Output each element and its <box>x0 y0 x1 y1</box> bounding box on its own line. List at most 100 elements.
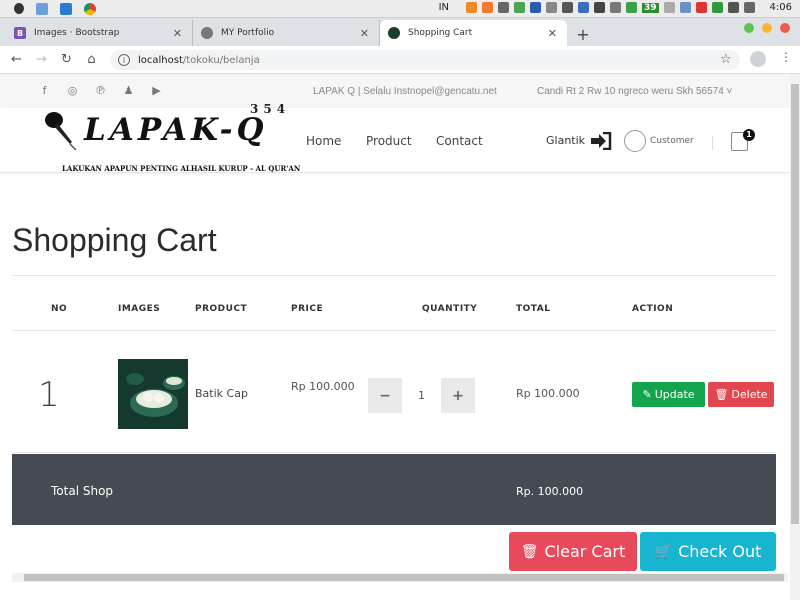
app-icon[interactable] <box>530 2 541 13</box>
site-logo[interactable]: LAPAK-Q 354 LAKUKAN APAPUN PENTING ALHAS… <box>38 102 300 180</box>
address-dropdown[interactable]: Candi Rt 2 Rw 10 ngreco weru Skh 56574 ˅ <box>537 86 732 97</box>
antivirus-icon[interactable] <box>626 2 637 13</box>
monitor-icon[interactable] <box>578 2 589 13</box>
browser-tabstrip: B Images · Bootstrap ✕ MY Portfolio ✕ Sh… <box>0 18 800 46</box>
new-tab-button[interactable]: + <box>571 22 595 46</box>
wifi-icon[interactable] <box>711 2 723 13</box>
close-window-button[interactable] <box>780 23 790 33</box>
forward-icon[interactable]: → <box>29 52 54 67</box>
quantity-input[interactable] <box>402 378 441 413</box>
pushpin-icon <box>45 112 77 150</box>
horizontal-scroll-thumb[interactable] <box>24 574 784 581</box>
os-menubar: IN 39 4:06 <box>0 0 800 18</box>
delete-label: Delete <box>731 388 768 401</box>
tab-bootstrap[interactable]: B Images · Bootstrap ✕ <box>6 20 193 46</box>
edit-icon: ✎ <box>642 388 652 401</box>
trash-icon: 🗑 <box>520 543 539 560</box>
chrome-icon[interactable] <box>84 2 96 15</box>
youtube-icon[interactable]: ▶ <box>150 84 163 97</box>
instagram-icon[interactable]: ◎ <box>66 84 79 97</box>
signal-icon[interactable] <box>727 2 739 13</box>
brand-number: 354 <box>250 102 291 116</box>
tab-shopping-cart[interactable]: Shopping Cart ✕ <box>380 20 567 46</box>
clear-cart-label: Clear Cart <box>544 542 626 561</box>
alert-icon[interactable] <box>695 2 707 13</box>
delete-button[interactable]: 🗑 Delete <box>708 382 774 407</box>
row-total: Rp 100.000 <box>516 387 580 400</box>
close-icon[interactable]: ✕ <box>360 27 369 40</box>
info-icon[interactable]: i <box>118 54 130 66</box>
facebook-icon[interactable]: f <box>38 84 51 97</box>
tool-icon[interactable] <box>498 2 509 13</box>
network-icon[interactable] <box>610 2 621 13</box>
maximize-button[interactable] <box>762 23 772 33</box>
tab-portfolio[interactable]: MY Portfolio ✕ <box>193 20 380 46</box>
bootstrap-icon: B <box>14 27 26 39</box>
col-images: IMAGES <box>118 304 161 314</box>
cart-icon: 🛒 <box>654 543 673 560</box>
minimize-button[interactable] <box>744 23 754 33</box>
home-icon[interactable]: ⌂ <box>79 52 104 67</box>
vlc-icon[interactable] <box>466 2 477 13</box>
table-footer: Total Shop Rp. 100.000 <box>12 454 776 525</box>
sign-in-icon[interactable] <box>590 132 612 150</box>
back-icon[interactable]: ← <box>4 52 29 67</box>
pinterest-icon[interactable]: ℗ <box>94 84 107 97</box>
window-controls <box>744 23 790 33</box>
menu-icon[interactable]: ⋮ <box>780 50 792 64</box>
table-row: 1 Batik Cap Rp 100.000 − + Rp 100.000 ✎ … <box>12 331 776 453</box>
nav-home[interactable]: Home <box>306 134 341 148</box>
checkout-button[interactable]: 🛒 Check Out <box>640 532 776 571</box>
nav-contact[interactable]: Contact <box>436 134 483 148</box>
url-path: /tokoku/belanja <box>182 54 260 66</box>
quantity-decrease-button[interactable]: − <box>368 388 402 404</box>
vertical-scrollbar[interactable] <box>790 74 800 600</box>
col-total: TOTAL <box>516 304 551 314</box>
user-name[interactable]: Glantik <box>546 134 585 147</box>
header-divider <box>712 136 713 150</box>
cart-table: NO IMAGES PRODUCT PRICE QUANTITY TOTAL A… <box>12 275 776 525</box>
cloud-icon[interactable] <box>679 2 691 13</box>
sync-icon[interactable] <box>514 2 525 13</box>
vscode-icon[interactable] <box>60 2 72 15</box>
product-name: Batik Cap <box>195 387 248 400</box>
reload-icon[interactable]: ↻ <box>54 52 79 67</box>
url-field[interactable]: i localhost/tokoku/belanja <box>110 50 740 70</box>
battery-icon[interactable] <box>594 2 605 13</box>
close-icon[interactable]: ✕ <box>173 27 182 40</box>
checkout-label: Check Out <box>678 542 762 561</box>
bookmark-star-icon[interactable]: ☆ <box>720 52 732 67</box>
user-icon[interactable] <box>624 130 646 152</box>
update-button[interactable]: ✎ Update <box>632 382 705 407</box>
shield-icon[interactable] <box>546 2 557 13</box>
notification-badge[interactable]: 39 <box>642 2 659 13</box>
clear-cart-button[interactable]: 🗑 Clear Cart <box>509 532 637 571</box>
finder-icon[interactable] <box>36 2 48 15</box>
social-links: f ◎ ℗ ♟ ▶ <box>38 84 163 97</box>
snapchat-icon[interactable]: ♟ <box>122 84 135 97</box>
horizontal-scrollbar[interactable] <box>12 573 788 582</box>
clock[interactable]: 4:06 <box>770 2 792 13</box>
apple-icon[interactable] <box>14 3 24 14</box>
chat-icon[interactable] <box>663 2 675 13</box>
xampp-icon[interactable] <box>482 2 493 13</box>
tab-label: Shopping Cart <box>408 28 473 38</box>
vertical-scroll-thumb[interactable] <box>791 84 799 524</box>
quantity-increase-button[interactable]: + <box>441 388 475 404</box>
product-image <box>118 359 188 429</box>
contact-info: LAPAK Q | Selalu Instnopel@gencatu.net <box>313 86 497 97</box>
profile-avatar[interactable] <box>750 51 766 67</box>
leaf-icon <box>388 27 400 39</box>
customer-link[interactable]: Customer <box>650 136 694 146</box>
trash-icon: 🗑 <box>714 388 729 401</box>
close-icon[interactable]: ✕ <box>548 27 557 40</box>
table-header: NO IMAGES PRODUCT PRICE QUANTITY TOTAL A… <box>12 276 776 331</box>
volume-icon[interactable] <box>743 2 755 13</box>
language-indicator[interactable]: IN <box>439 2 449 13</box>
col-no: NO <box>51 304 68 314</box>
nav-product[interactable]: Product <box>366 134 412 148</box>
tab-label: MY Portfolio <box>221 28 275 38</box>
speaker-icon[interactable] <box>562 2 573 13</box>
url-host: localhost <box>138 54 183 66</box>
total-shop-value: Rp. 100.000 <box>516 485 584 498</box>
